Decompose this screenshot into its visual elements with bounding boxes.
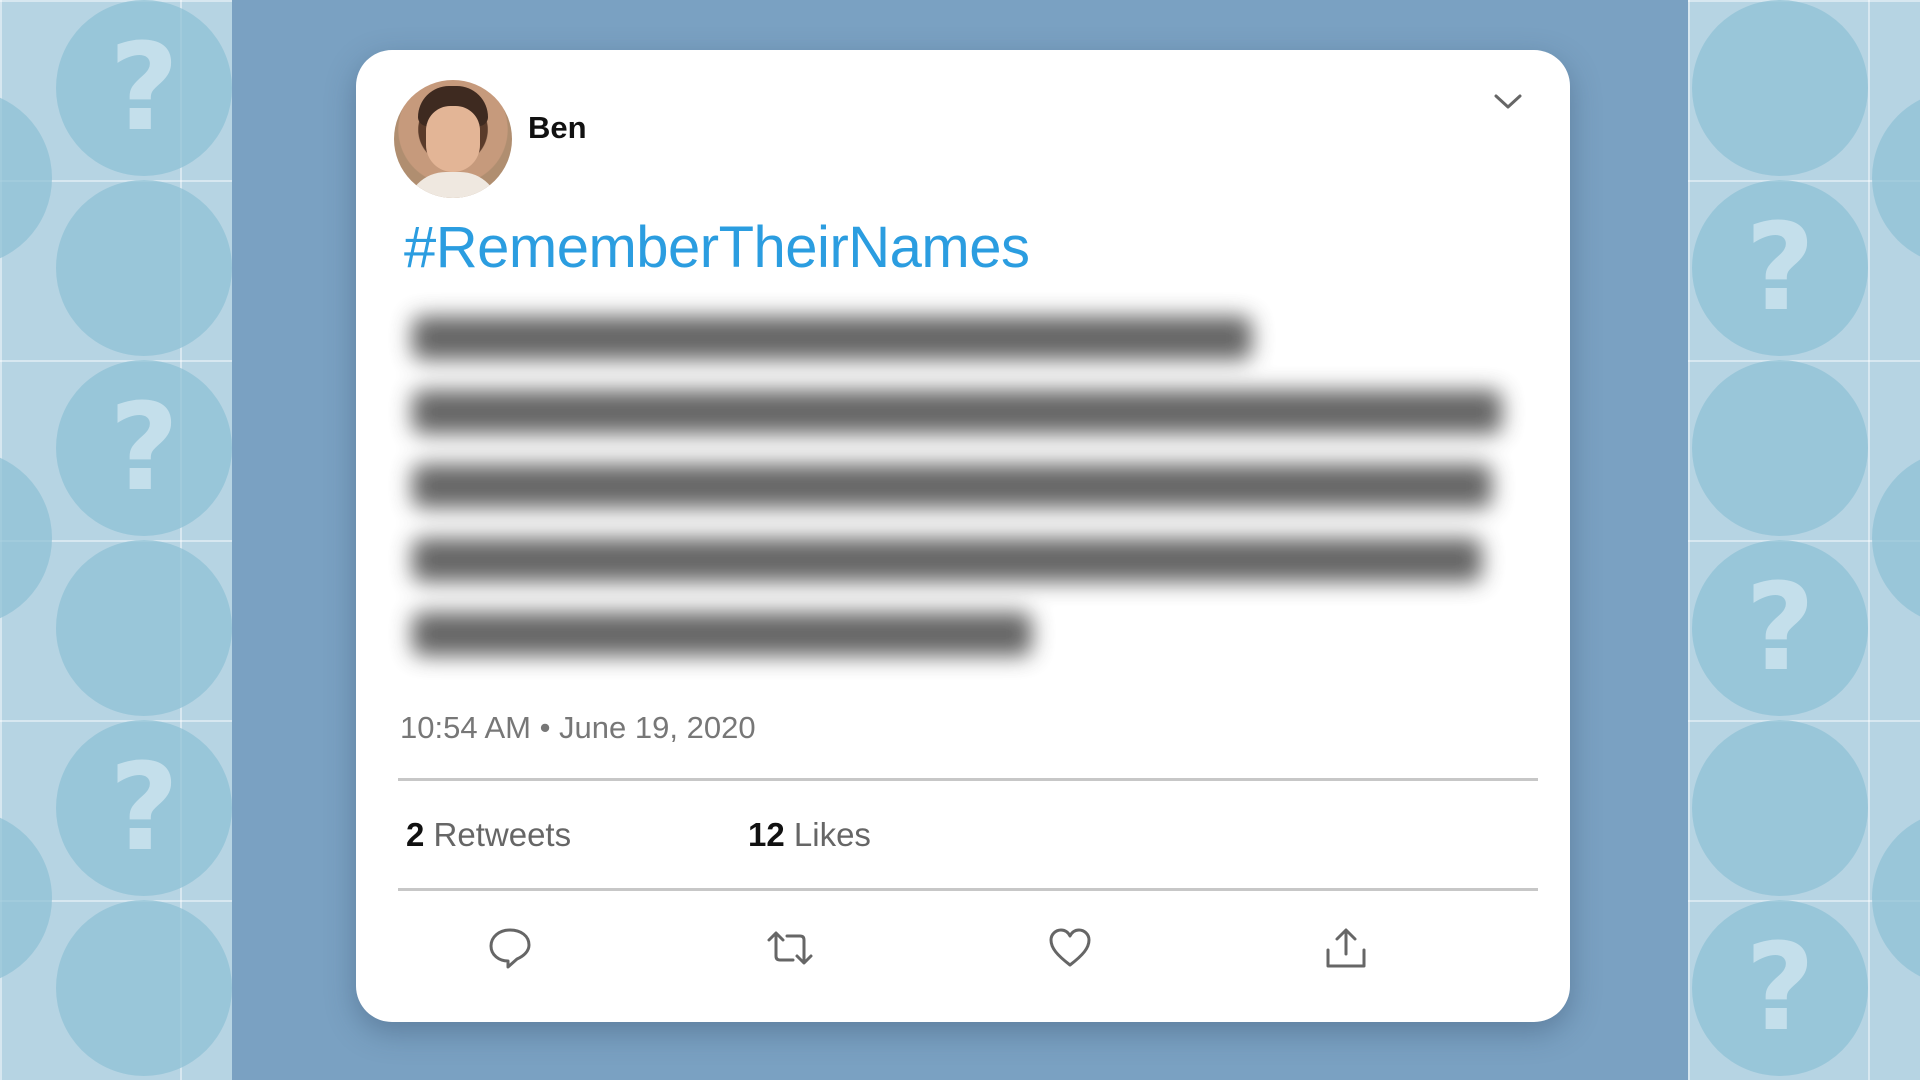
silhouette-tile-icon: [0, 450, 52, 626]
divider: [398, 778, 1538, 781]
like-count-value: 12: [748, 816, 785, 853]
silhouette-tile-icon: [1872, 450, 1920, 626]
silhouette-tile-icon: [1872, 810, 1920, 986]
tweet-timestamp: 10:54 AM • June 19, 2020: [400, 710, 756, 745]
hashtag-link[interactable]: #RememberTheirNames: [404, 214, 1030, 281]
silhouette-tile-icon: [0, 810, 52, 986]
silhouette-tile-icon: [1692, 360, 1868, 536]
retweet-icon[interactable]: [760, 918, 820, 978]
retweet-count[interactable]: 2 Retweets: [406, 816, 571, 854]
question-tile-icon: ?: [56, 0, 232, 176]
silhouette-tile-icon: [1692, 0, 1868, 176]
silhouette-tile-icon: [1692, 720, 1868, 896]
retweet-count-value: 2: [406, 816, 425, 853]
tweet-card: Ben #RememberTheirNames 10:54 AM • June …: [356, 50, 1570, 1022]
avatar[interactable]: [394, 80, 512, 198]
blurred-tweet-body: [412, 302, 1512, 656]
like-count[interactable]: 12 Likes: [748, 816, 871, 854]
reply-icon[interactable]: [480, 918, 540, 978]
question-tile-icon: ?: [1692, 540, 1868, 716]
right-decorative-panel: ? ? ?: [1688, 0, 1920, 1080]
silhouette-tile-icon: [56, 540, 232, 716]
left-decorative-panel: ? ? ?: [0, 0, 232, 1080]
retweet-count-label: Retweets: [433, 816, 572, 853]
silhouette-tile-icon: [56, 900, 232, 1076]
question-tile-icon: ?: [56, 360, 232, 536]
like-icon[interactable]: [1040, 918, 1100, 978]
chevron-down-icon[interactable]: [1490, 84, 1526, 120]
silhouette-tile-icon: [1872, 90, 1920, 266]
silhouette-tile-icon: [56, 180, 232, 356]
question-tile-icon: ?: [1692, 180, 1868, 356]
divider: [398, 888, 1538, 891]
share-icon[interactable]: [1316, 918, 1376, 978]
question-tile-icon: ?: [1692, 900, 1868, 1076]
question-tile-icon: ?: [56, 720, 232, 896]
like-count-label: Likes: [793, 816, 871, 853]
username[interactable]: Ben: [528, 110, 587, 146]
silhouette-tile-icon: [0, 90, 52, 266]
